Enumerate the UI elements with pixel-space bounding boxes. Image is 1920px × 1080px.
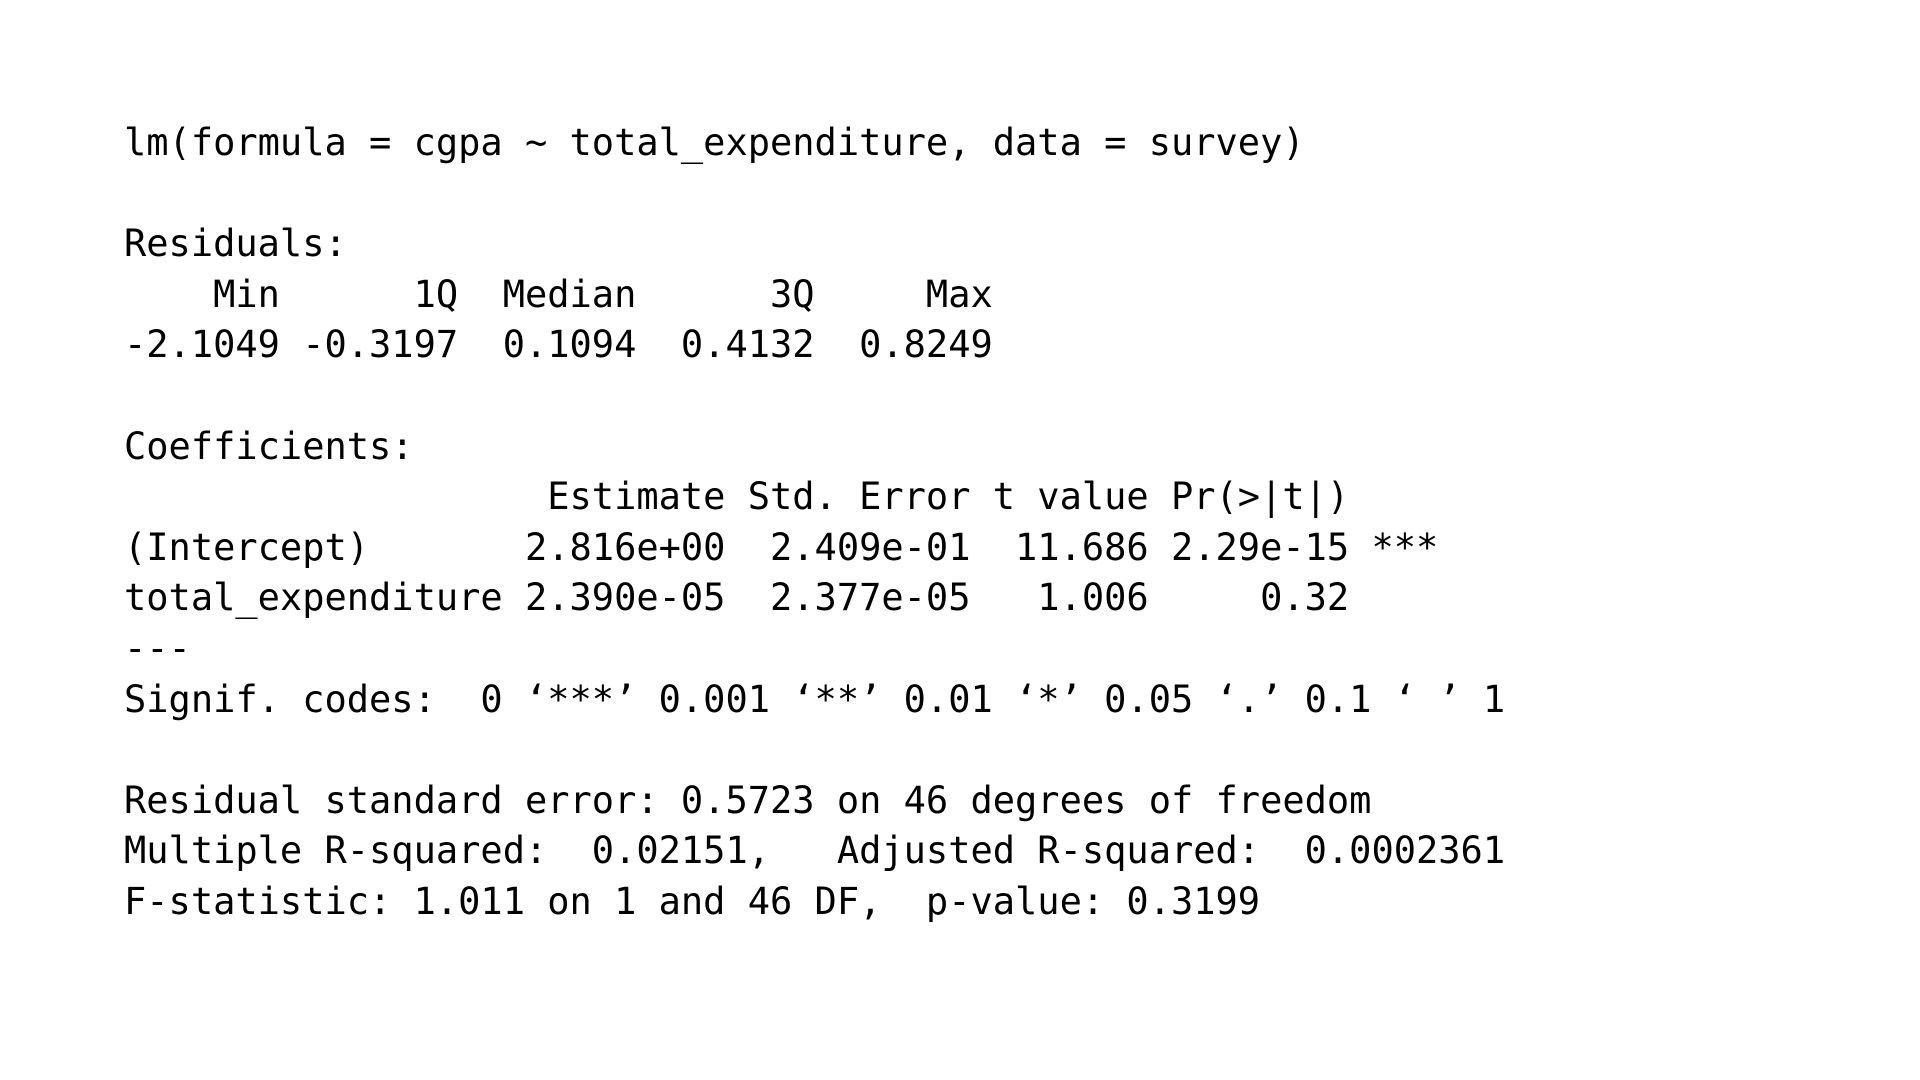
coefficients-row-intercept: (Intercept) 2.816e+00 2.409e-01 11.686 2…	[124, 525, 1439, 569]
residual-standard-error-line: Residual standard error: 0.5723 on 46 de…	[124, 778, 1372, 822]
coefficients-heading: Coefficients:	[124, 424, 414, 468]
residuals-header-row: Min 1Q Median 3Q Max	[124, 272, 1016, 316]
r-squared-line: Multiple R-squared: 0.02151, Adjusted R-…	[124, 829, 1528, 873]
residuals-heading: Residuals:	[124, 222, 347, 266]
f-statistic-line: F-statistic: 1.011 on 1 and 46 DF, p-val…	[124, 879, 1261, 923]
signif-codes-line: Signif. codes: 0 ‘***’ 0.001 ‘**’ 0.01 ‘…	[124, 677, 1506, 721]
coefficients-header-row: Estimate Std. Error t value Pr(>|t|)	[124, 475, 1439, 519]
r-lm-summary-output: lm(formula = cgpa ~ total_expenditure, d…	[124, 118, 1527, 928]
separator-line: ---	[124, 626, 191, 670]
residuals-values-row: -2.1049 -0.3197 0.1094 0.4132 0.8249	[124, 323, 1016, 367]
coefficients-row-total-expenditure: total_expenditure 2.390e-05 2.377e-05 1.…	[124, 576, 1439, 620]
lm-call-line: lm(formula = cgpa ~ total_expenditure, d…	[124, 121, 1305, 164]
